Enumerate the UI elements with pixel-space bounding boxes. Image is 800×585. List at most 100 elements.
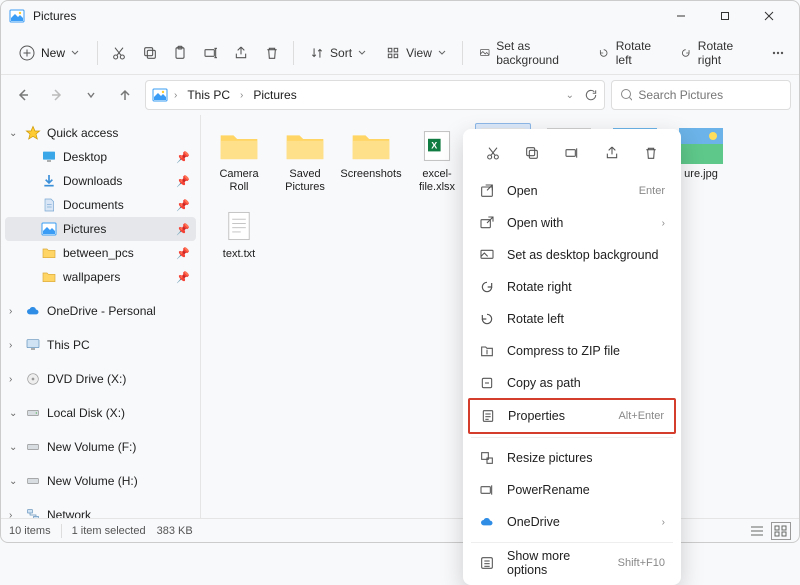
- ctx-compress[interactable]: Compress to ZIP file: [469, 335, 675, 367]
- ctx-onedrive[interactable]: OneDrive ›: [469, 506, 675, 538]
- sort-button[interactable]: Sort: [302, 42, 374, 64]
- rename-button[interactable]: [198, 37, 225, 69]
- back-button[interactable]: [9, 81, 37, 109]
- file-item[interactable]: ure.jpg: [673, 123, 729, 199]
- zip-icon: [479, 343, 495, 359]
- sidebar-dvd-drive[interactable]: › DVD Drive (X:): [5, 367, 196, 391]
- sidebar-item-label: between_pcs: [63, 246, 134, 260]
- ctx-rotate-left[interactable]: Rotate left: [469, 303, 675, 335]
- ctx-properties[interactable]: Properties Alt+Enter: [470, 400, 674, 432]
- local-disk-label: Local Disk (X:): [47, 406, 125, 420]
- sidebar-local-disk[interactable]: ⌄ Local Disk (X:): [5, 401, 196, 425]
- ctx-copy-path[interactable]: Copy as path: [469, 367, 675, 399]
- this-pc-label: This PC: [47, 338, 90, 352]
- file-label: Camera Roll: [214, 168, 264, 194]
- refresh-button[interactable]: [584, 88, 598, 102]
- minimize-button[interactable]: [659, 1, 703, 31]
- ctx-share-button[interactable]: [598, 139, 626, 167]
- paste-button[interactable]: [167, 37, 194, 69]
- more-button[interactable]: [764, 37, 791, 69]
- rotate-left-button[interactable]: Rotate left: [590, 35, 668, 71]
- delete-button[interactable]: [259, 37, 286, 69]
- chevron-right-icon: ›: [9, 340, 19, 351]
- status-selected: 1 item selected: [72, 525, 146, 537]
- file-item[interactable]: X excel-file.xlsx: [409, 123, 465, 199]
- up-button[interactable]: [111, 81, 139, 109]
- svg-text:X: X: [431, 141, 437, 151]
- ctx-delete-button[interactable]: [637, 139, 665, 167]
- search-box[interactable]: [611, 80, 791, 110]
- image-icon: [679, 128, 723, 164]
- sidebar-quick-access[interactable]: ⌄ Quick access: [5, 121, 196, 145]
- crumb-this-pc[interactable]: This PC: [183, 86, 234, 104]
- ctx-resize[interactable]: Resize pictures: [469, 442, 675, 474]
- navbar: › This PC › Pictures ⌄: [1, 75, 799, 115]
- rotate-right-button[interactable]: Rotate right: [672, 35, 756, 71]
- sidebar-item-between-pcs[interactable]: between_pcs 📌: [5, 241, 196, 265]
- status-item-count: 10 items: [9, 525, 51, 537]
- toolbar-divider: [462, 41, 463, 65]
- chevron-right-icon: ›: [662, 218, 665, 229]
- file-item[interactable]: text.txt: [211, 203, 267, 266]
- close-button[interactable]: [747, 1, 791, 31]
- sidebar-new-volume-f[interactable]: ⌄ New Volume (F:): [5, 435, 196, 459]
- ctx-copy-button[interactable]: [518, 139, 546, 167]
- maximize-button[interactable]: [703, 1, 747, 31]
- drive-icon: [25, 439, 41, 455]
- breadcrumb[interactable]: › This PC › Pictures ⌄: [145, 80, 605, 110]
- set-background-button[interactable]: Set as background: [471, 35, 587, 71]
- chevron-right-icon: ›: [240, 90, 243, 101]
- cut-button[interactable]: [106, 37, 133, 69]
- share-button[interactable]: [228, 37, 255, 69]
- excel-icon: X: [415, 128, 459, 164]
- ctx-show-more[interactable]: Show more options Shift+F10: [469, 547, 675, 579]
- power-rename-icon: [479, 482, 495, 498]
- file-label: ure.jpg: [684, 168, 718, 181]
- sidebar-new-volume-h[interactable]: ⌄ New Volume (H:): [5, 469, 196, 493]
- pin-icon: 📌: [176, 175, 190, 188]
- monitor-icon: [25, 337, 41, 353]
- ctx-open[interactable]: Open Enter: [469, 175, 675, 207]
- search-icon: [620, 88, 632, 102]
- sidebar-item-label: Downloads: [63, 174, 122, 188]
- search-input[interactable]: [638, 88, 782, 102]
- pin-icon: 📌: [176, 271, 190, 284]
- ctx-power-rename[interactable]: PowerRename: [469, 474, 675, 506]
- view-button[interactable]: View: [378, 42, 454, 64]
- sidebar-item-pictures[interactable]: Pictures 📌: [5, 217, 196, 241]
- ctx-rotate-right[interactable]: Rotate right: [469, 271, 675, 303]
- open-with-icon: [479, 215, 495, 231]
- ctx-cut-button[interactable]: [479, 139, 507, 167]
- icons-view-button[interactable]: [771, 522, 791, 540]
- folder-icon: [41, 269, 57, 285]
- sidebar-item-label: Documents: [63, 198, 124, 212]
- ctx-rename-button[interactable]: [558, 139, 586, 167]
- sidebar-item-downloads[interactable]: Downloads 📌: [5, 169, 196, 193]
- sidebar-network[interactable]: › Network: [5, 503, 196, 518]
- sidebar-item-documents[interactable]: Documents 📌: [5, 193, 196, 217]
- chevron-down-icon: ⌄: [9, 128, 19, 139]
- chevron-right-icon: ›: [9, 306, 19, 317]
- onedrive-label: OneDrive - Personal: [47, 304, 156, 318]
- details-view-button[interactable]: [747, 522, 767, 540]
- forward-button[interactable]: [43, 81, 71, 109]
- context-menu: Open Enter Open with › Set as desktop ba…: [463, 129, 681, 585]
- new-button[interactable]: New: [9, 41, 89, 65]
- sidebar-item-desktop[interactable]: Desktop 📌: [5, 145, 196, 169]
- chevron-down-icon: ⌄: [9, 408, 19, 419]
- file-item[interactable]: Saved Pictures: [277, 123, 333, 199]
- chevron-down-icon[interactable]: ⌄: [566, 90, 574, 101]
- recent-dropdown[interactable]: [77, 81, 105, 109]
- crumb-pictures[interactable]: Pictures: [249, 86, 300, 104]
- sidebar-this-pc[interactable]: › This PC: [5, 333, 196, 357]
- chevron-down-icon: [71, 49, 79, 57]
- sidebar-item-wallpapers[interactable]: wallpapers 📌: [5, 265, 196, 289]
- ctx-set-desktop-bg[interactable]: Set as desktop background: [469, 239, 675, 271]
- ctx-open-with[interactable]: Open with ›: [469, 207, 675, 239]
- rotate-right-label: Rotate right: [698, 39, 749, 67]
- file-item[interactable]: Camera Roll: [211, 123, 267, 199]
- copy-button[interactable]: [136, 37, 163, 69]
- sidebar-onedrive[interactable]: › OneDrive - Personal: [5, 299, 196, 323]
- folder-icon: [217, 128, 261, 164]
- file-item[interactable]: Screenshots: [343, 123, 399, 199]
